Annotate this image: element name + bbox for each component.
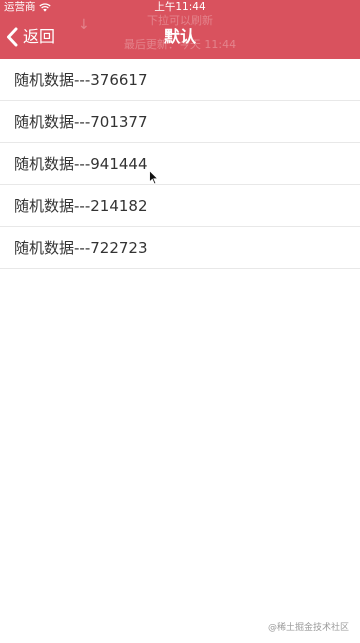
list-item[interactable]: 随机数据---941444 <box>0 143 360 185</box>
list-item[interactable]: 随机数据---701377 <box>0 101 360 143</box>
navigation-bar: 返回 默认 <box>0 15 360 59</box>
mouse-pointer-icon <box>149 170 159 185</box>
data-list: 随机数据---376617 随机数据---701377 随机数据---94144… <box>0 59 360 269</box>
header: 运营商 上午11:44 ↓ 下拉可以刷新 最后更新：今天 11:44 返回 默认 <box>0 0 360 59</box>
watermark: @稀土掘金技术社区 <box>267 623 349 633</box>
list-item[interactable]: 随机数据---376617 <box>0 59 360 101</box>
list-item[interactable]: 随机数据---722723 <box>0 227 360 269</box>
page-title: 默认 <box>163 27 196 46</box>
list-item[interactable]: 随机数据---214182 <box>0 185 360 227</box>
